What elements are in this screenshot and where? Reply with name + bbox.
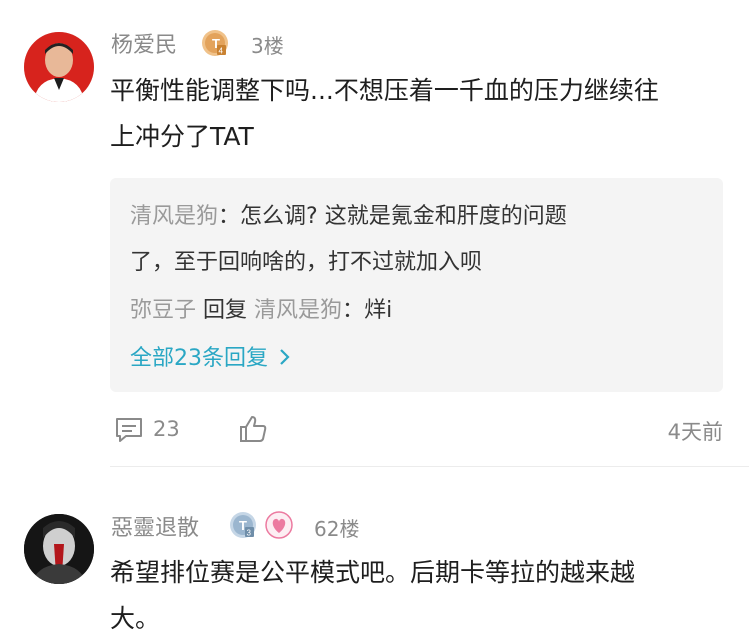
- level-badge-t4-icon: T 4: [201, 29, 229, 57]
- chevron-right-icon: [279, 347, 291, 372]
- reply-count: 23: [153, 417, 180, 441]
- reply-word: 回复: [203, 298, 248, 323]
- comment-text-line: 大。: [110, 604, 161, 633]
- comment-actions: 23 4天前: [110, 410, 723, 450]
- view-all-replies-label: 全部23条回复: [130, 346, 268, 371]
- reply-separator: ：: [218, 204, 241, 229]
- comment-text-line: 希望排位赛是公平模式吧。后期卡等拉的越来越: [110, 558, 636, 587]
- thumbs-up-icon[interactable]: [238, 414, 268, 448]
- divider: [110, 466, 749, 467]
- reply-text-line: 了，至于回响啥的，打不过就加入呗: [130, 250, 483, 275]
- comment-item: 杨爱民 T 4 3楼 平衡性能调整下吗...不想压着一千血的压力继续往 上冲分了…: [0, 0, 749, 470]
- svg-text:4: 4: [219, 47, 224, 56]
- floor-number: 3楼: [251, 34, 284, 58]
- svg-text:3: 3: [247, 529, 252, 538]
- comment-text-line: 平衡性能调整下吗...不想压着一千血的压力继续往: [110, 76, 659, 105]
- avatar-photo: [24, 514, 94, 584]
- comment-body: 希望排位赛是公平模式吧。后期卡等拉的越来越 大。: [110, 550, 720, 642]
- reply-item: 弥豆子 回复 清风是狗：烊i: [130, 288, 700, 334]
- fan-badge-icon: [264, 510, 294, 544]
- reply-separator: ：: [342, 298, 365, 323]
- username[interactable]: 惡靈退散: [111, 510, 199, 542]
- comment-item: 惡靈退散 T 3 62楼 希望排位赛是公平模式吧。后期卡等拉的越来越 大。: [0, 470, 749, 641]
- reply-author[interactable]: 清风是狗: [130, 204, 218, 229]
- reply-text: 烊i: [364, 298, 393, 323]
- floor-number: 62楼: [314, 517, 360, 541]
- avatar[interactable]: [24, 514, 94, 584]
- reply-text: 怎么调? 这就是氪金和肝度的问题: [240, 204, 567, 229]
- username[interactable]: 杨爱民: [111, 27, 177, 59]
- reply-item: 清风是狗：怎么调? 这就是氪金和肝度的问题: [130, 194, 700, 240]
- reply-target[interactable]: 清风是狗: [254, 298, 342, 323]
- avatar-photo: [24, 32, 94, 102]
- view-all-replies-link[interactable]: 全部23条回复: [130, 340, 291, 372]
- level-badge-t3-icon: T 3: [229, 511, 257, 539]
- reply-author[interactable]: 弥豆子: [130, 298, 196, 323]
- avatar[interactable]: [24, 32, 94, 102]
- comment-text-line: 上冲分了TAT: [110, 122, 254, 151]
- comment-body: 平衡性能调整下吗...不想压着一千血的压力继续往 上冲分了TAT: [110, 68, 720, 160]
- post-time: 4天前: [667, 420, 723, 444]
- reply-preview[interactable]: 清风是狗：怎么调? 这就是氪金和肝度的问题 了，至于回响啥的，打不过就加入呗 弥…: [110, 178, 723, 392]
- comment-bubble-icon[interactable]: [114, 416, 144, 448]
